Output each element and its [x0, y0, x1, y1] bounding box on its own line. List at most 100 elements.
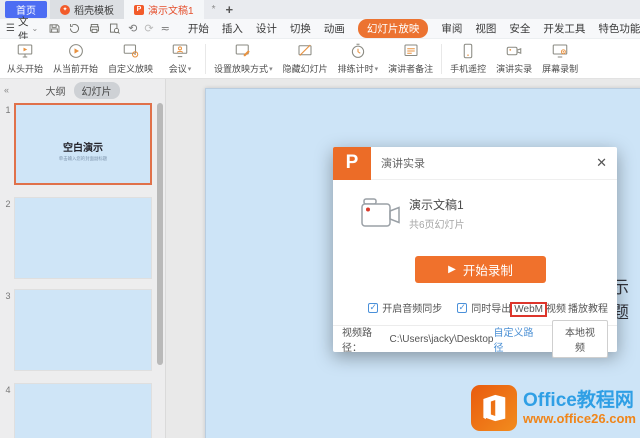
- ribbon-speaker-notes-button[interactable]: 演讲者备注: [383, 40, 438, 77]
- office-logo-icon: [471, 385, 517, 431]
- menu-bar: ☰ 文件 ⌄ ⟲ ⟳ ≂ 开始 插入 设计 切换 动画 幻灯片放映 审阅 视图 …: [0, 16, 640, 43]
- print-preview-icon[interactable]: [108, 22, 121, 35]
- wpp-logo-icon: P: [333, 146, 371, 180]
- menu-item-slideshow-active[interactable]: 幻灯片放映: [357, 19, 429, 38]
- menu-item-view[interactable]: 视图: [475, 21, 496, 36]
- ribbon-label: 自定义放映: [108, 64, 154, 74]
- print-icon[interactable]: [88, 22, 101, 35]
- dropdown-arrow-icon: ▾: [374, 65, 379, 73]
- slide-number: 2: [5, 199, 11, 209]
- close-icon[interactable]: ✕: [596, 155, 607, 171]
- dialog-footer: 视频路径： C:\Users\jacky\Desktop 自定义路径 本地视频: [333, 320, 617, 358]
- docer-icon: ✦: [60, 4, 70, 15]
- phone-icon: [463, 43, 473, 59]
- slide-thumbnail-1[interactable]: 空白演示 单击输入您的封面副标题: [14, 103, 152, 185]
- watermark-url: www.office26.com: [523, 410, 636, 426]
- slide-number: 1: [5, 105, 11, 115]
- slide-thumbnail-4[interactable]: [14, 383, 152, 438]
- play-icon: ▶: [448, 264, 456, 275]
- ribbon-label: 演讲者备注: [388, 64, 434, 74]
- slide-thumbnail-2[interactable]: [14, 197, 152, 279]
- ribbon-from-beginning-button[interactable]: 从头开始: [2, 40, 48, 77]
- ribbon-label: 屏幕录制: [542, 64, 579, 74]
- ribbon-show-settings-button[interactable]: 设置放映方式 ▾: [209, 40, 278, 77]
- editing-canvas: 示题 Office教程网 www.office26.com P 演讲实录 ✕ 演…: [166, 79, 640, 438]
- slide-number: 4: [5, 385, 11, 395]
- new-tab-button[interactable]: +: [225, 2, 233, 17]
- timer-icon: [351, 43, 365, 58]
- tab-slides[interactable]: 幻灯片: [73, 81, 120, 99]
- ribbon-rehearse-timing-button[interactable]: 排练计时 ▾: [333, 40, 384, 77]
- sidebar-scrollbar[interactable]: [157, 103, 163, 365]
- menu-item-transition[interactable]: 切换: [290, 21, 311, 36]
- audio-sync-checkbox[interactable]: ✓ 开启音频同步: [368, 300, 442, 315]
- collapse-panel-icon[interactable]: «: [4, 85, 9, 95]
- slide-thumbnail-3[interactable]: [14, 289, 152, 371]
- menu-item-start[interactable]: 开始: [188, 21, 209, 36]
- hamburger-icon: ☰: [6, 23, 15, 34]
- format-painter-icon[interactable]: ≂: [161, 22, 170, 35]
- slide-panel: « 大纲 幻灯片 1 空白演示 单击输入您的封面副标题 2 3 4: [0, 79, 166, 438]
- ribbon-label: 演讲实录: [496, 64, 533, 74]
- menu-item-security[interactable]: 安全: [509, 21, 530, 36]
- dialog-options-row: ✓ 开启音频同步 ✓ 同时导出 WebM 视频 播放教程: [333, 300, 608, 317]
- meeting-icon: [172, 44, 188, 58]
- audio-sync-label: 开启音频同步: [382, 304, 443, 315]
- window-tab-strip: 首页 ✦ 稻壳模板 P 演示文稿1 * +: [0, 0, 640, 19]
- export-webm-checkbox[interactable]: ✓ 同时导出 WebM 视频 播放教程: [457, 300, 608, 317]
- undo-icon[interactable]: ⟲: [128, 22, 137, 35]
- slide-panel-header: « 大纲 幻灯片: [0, 79, 165, 101]
- hide-slide-icon: [298, 44, 312, 56]
- ribbon-custom-show-button[interactable]: 自定义放映: [103, 40, 158, 77]
- dialog-header: P 演讲实录 ✕: [333, 146, 617, 180]
- ribbon-label: 排练计时 ▾: [337, 64, 379, 74]
- menu-item-features[interactable]: 特色功能: [598, 21, 640, 36]
- ribbon-separator: [441, 43, 443, 74]
- custom-show-icon: [123, 44, 138, 58]
- ribbon-label: 隐藏幻灯片: [282, 64, 328, 74]
- menu-item-insert[interactable]: 插入: [222, 21, 243, 36]
- menu-item-review[interactable]: 审阅: [441, 21, 462, 36]
- record-show-dialog: P 演讲实录 ✕ 演示文稿1 共6页幻灯片 ▶ 开始录制 ✓ 开启音频同步 ✓ …: [333, 146, 617, 358]
- tab-docer-label: 稻壳模板: [74, 6, 114, 17]
- output-icon[interactable]: [68, 22, 81, 35]
- ribbon-toolbar: 从头开始 从当前开始 自定义放映 会议 ▾ 设置放映方式 ▾ 隐藏幻灯片 排练计时 ▾…: [0, 39, 640, 79]
- menu-item-animation[interactable]: 动画: [324, 21, 345, 36]
- ribbon-screen-record-button[interactable]: 屏幕录制: [537, 40, 583, 77]
- dialog-title: 演讲实录: [381, 158, 425, 170]
- video-path-label: 视频路径：: [342, 328, 372, 354]
- redo-icon[interactable]: ⟳: [144, 22, 153, 35]
- local-video-button[interactable]: 本地视频: [551, 320, 608, 358]
- ribbon-record-show-button[interactable]: 演讲实录: [491, 40, 537, 77]
- slide-subtitle: 单击输入您的封面副标题: [58, 156, 108, 161]
- checkbox-checked-icon: ✓: [368, 302, 379, 313]
- tab-outline[interactable]: 大纲: [46, 83, 66, 98]
- wpp-file-icon: P: [134, 4, 144, 15]
- watermark-title: Office教程网: [523, 389, 634, 411]
- webm-annotation-highlight: WebM: [510, 302, 547, 317]
- export-webm-label: 同时导出 WebM 视频: [471, 302, 566, 317]
- notes-icon: [404, 44, 418, 57]
- dialog-doc-info: 共6页幻灯片: [409, 220, 465, 231]
- ribbon-from-current-button[interactable]: 从当前开始: [48, 40, 103, 77]
- video-camera-icon: [361, 198, 400, 227]
- start-recording-label: 开始录制: [462, 264, 513, 278]
- chevron-down-icon: ⌄: [31, 24, 39, 33]
- start-recording-button[interactable]: ▶ 开始录制: [415, 256, 546, 283]
- video-camera-icon: [506, 46, 522, 56]
- slide-title: 空白演示: [63, 143, 103, 154]
- menu-item-design[interactable]: 设计: [256, 21, 277, 36]
- ribbon-label: 从头开始: [7, 64, 44, 74]
- quick-access-toolbar: ⟲ ⟳ ≂: [44, 22, 178, 35]
- screen-record-icon: [552, 44, 568, 58]
- menu-item-devtools[interactable]: 开发工具: [543, 21, 585, 36]
- tutorial-link[interactable]: 播放教程: [568, 300, 608, 315]
- tab-document[interactable]: P 演示文稿1: [124, 0, 204, 19]
- ribbon-hide-slide-button[interactable]: 隐藏幻灯片: [278, 40, 333, 77]
- save-icon[interactable]: [48, 22, 61, 35]
- custom-path-link[interactable]: 自定义路径: [493, 324, 541, 354]
- ribbon-phone-remote-button[interactable]: 手机遥控: [445, 40, 491, 77]
- ribbon-meeting-button[interactable]: 会议 ▾: [158, 40, 202, 77]
- menu-items: 开始 插入 设计 切换 动画 幻灯片放映 审阅 视图 安全 开发工具 特色功能: [188, 19, 640, 38]
- tab-docer-templates[interactable]: ✦ 稻壳模板: [50, 0, 124, 19]
